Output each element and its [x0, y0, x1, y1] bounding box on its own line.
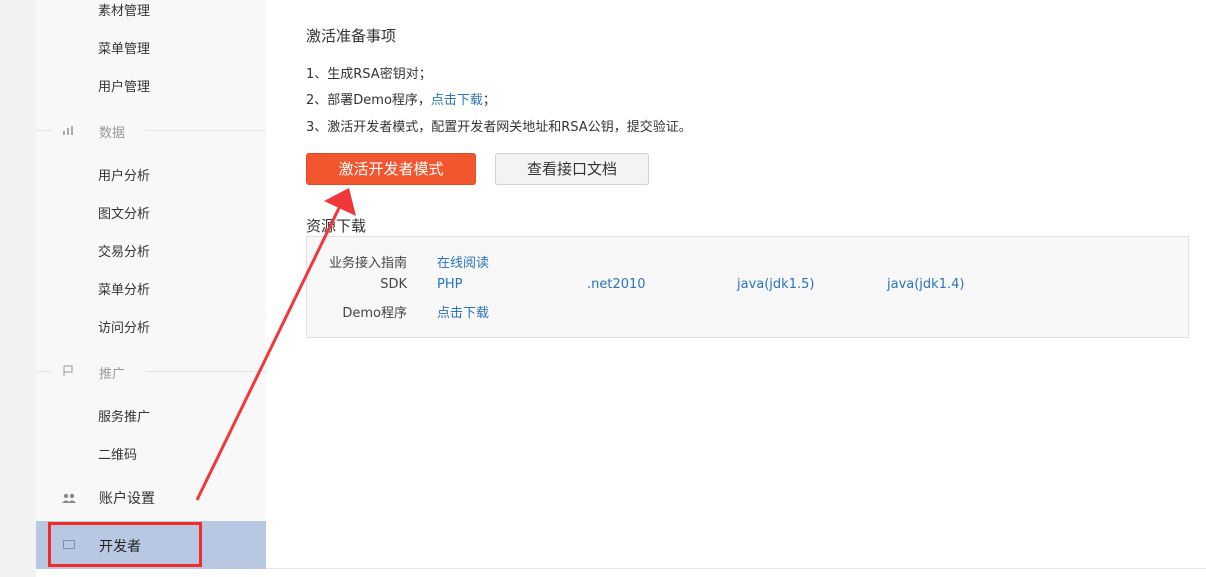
annotation-arrow-icon — [195, 188, 356, 501]
